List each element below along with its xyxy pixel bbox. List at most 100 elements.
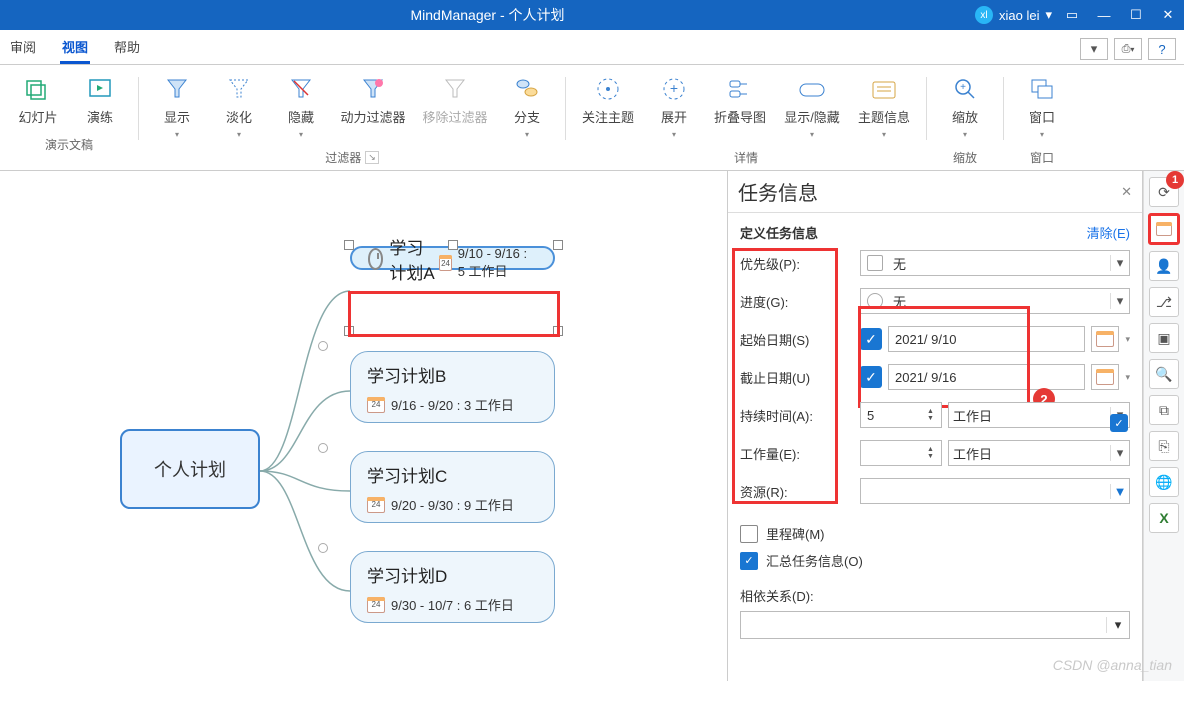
ribbon-toggle-button[interactable]: ▭ [1056, 0, 1088, 30]
connector-dot[interactable] [318, 341, 328, 351]
topicinfo-button[interactable]: 主题信息▾ [852, 71, 916, 143]
dock-icon-tree[interactable]: ⎇ [1149, 287, 1179, 317]
panel-title: 任务信息 [738, 177, 1121, 206]
slides-button[interactable]: 幻灯片 [10, 71, 66, 130]
workspace: 个人计划 学习计划A 249/10 - 9/16 : 5 工作日 学习计划B 2… [0, 171, 1184, 681]
topicinfo-icon [870, 75, 898, 103]
topic-title: 学习计划D [367, 562, 447, 587]
resources-input[interactable]: ▼ [860, 478, 1130, 504]
milestone-checkbox[interactable] [740, 525, 758, 543]
rollup-checkbox[interactable]: ✓ [740, 552, 758, 570]
topic-plan-d[interactable]: 学习计划D 249/30 - 10/7 : 6 工作日 [350, 551, 555, 623]
topic-date-range: 9/16 - 9/20 : 3 工作日 [391, 395, 514, 414]
filter-launcher-icon[interactable]: ↘ [365, 151, 379, 164]
progress-select[interactable]: 无▾ [860, 288, 1130, 314]
hide-button[interactable]: 隐藏▾ [273, 71, 329, 143]
clock-icon [368, 248, 383, 270]
rehearse-button[interactable]: 演练 [72, 71, 128, 130]
chevron-down-icon: ▼ [1110, 484, 1129, 499]
selection-handle[interactable] [553, 326, 563, 336]
dock-icon-taskinfo[interactable] [1148, 213, 1180, 245]
connector-dot[interactable] [318, 543, 328, 553]
root-topic[interactable]: 个人计划 [120, 429, 260, 509]
spinner-icon[interactable]: ▲▼ [927, 408, 941, 422]
fade-button[interactable]: 淡化▾ [211, 71, 267, 143]
startdate-calendar-button[interactable] [1091, 326, 1119, 352]
chevron-down-icon[interactable]: ▾ [1125, 334, 1130, 345]
selection-handle[interactable] [553, 240, 563, 250]
tab-view[interactable]: 视图 [60, 31, 90, 64]
avatar: xl [975, 6, 993, 24]
quickaccess-dropdown[interactable]: ▾ [1080, 38, 1108, 60]
priority-select[interactable]: 无▾ [860, 250, 1130, 276]
branch-button[interactable]: 分支▾ [499, 71, 555, 143]
duration-unit-select[interactable]: 工作日▾ [948, 402, 1130, 428]
window-button[interactable]: 窗口▾ [1014, 71, 1070, 143]
dock-icon-layout[interactable]: ⧉ [1149, 395, 1179, 425]
selection-handle[interactable] [448, 240, 458, 250]
ribbon-group-presentation: 幻灯片 演练 演示文稿 [4, 71, 134, 170]
startdate-toggle[interactable]: ✓ [860, 328, 882, 350]
show-button[interactable]: 显示▾ [149, 71, 205, 143]
minimize-button[interactable]: — [1088, 0, 1120, 30]
topic-plan-c[interactable]: 学习计划C 249/20 - 9/30 : 9 工作日 [350, 451, 555, 523]
taskinfo-panel: 任务信息 ✕ 定义任务信息 清除(E) 2 优先级(P): 无▾ 进度(G): … [728, 171, 1143, 681]
annotation-box-date [348, 291, 560, 337]
dock-icon-person[interactable]: 👤 [1149, 251, 1179, 281]
showhide-icon [798, 75, 826, 103]
selection-handle[interactable] [344, 240, 354, 250]
rehearse-icon [86, 75, 114, 103]
connector-dot[interactable] [318, 443, 328, 453]
dock-icon-image[interactable]: ▣ [1149, 323, 1179, 353]
zoom-button[interactable]: +缩放▾ [937, 71, 993, 143]
account-area[interactable]: xl xiao lei ▾ [975, 6, 1056, 24]
user-name: xiao lei [999, 8, 1039, 23]
chevron-down-icon: ▾ [1045, 7, 1052, 23]
spinner-icon[interactable]: ▲▼ [927, 446, 941, 460]
duedate-label: 截止日期(U) [740, 368, 860, 387]
effort-input[interactable]: ▲▼ [860, 440, 942, 466]
panel-close-button[interactable]: ✕ [1121, 184, 1132, 200]
dynfilter-button[interactable]: 动力过滤器 [335, 71, 411, 143]
topic-date-range: 9/30 - 10/7 : 6 工作日 [391, 595, 514, 614]
duedate-calendar-button[interactable] [1091, 364, 1119, 390]
tab-help[interactable]: 帮助 [112, 31, 142, 64]
chevron-down-icon: ▾ [1106, 617, 1129, 633]
collapse-button[interactable]: 折叠导图 [708, 71, 772, 143]
selection-handle[interactable] [344, 326, 354, 336]
dock-icon-copy[interactable]: ⎘ [1149, 431, 1179, 461]
dock-icon-search[interactable]: 🔍 [1149, 359, 1179, 389]
calendar-icon: 24 [367, 497, 385, 513]
duedate-toggle[interactable]: ✓ [860, 366, 882, 388]
help-button[interactable]: ? [1148, 38, 1176, 60]
duration-checkchip[interactable]: ✓ [1110, 414, 1128, 432]
tab-review[interactable]: 审阅 [8, 31, 38, 64]
duration-label: 持续时间(A): [740, 406, 860, 425]
window-icon [1028, 75, 1056, 103]
duration-input[interactable]: 5▲▼ [860, 402, 942, 428]
funnel-hide-icon [287, 75, 315, 103]
duedate-input[interactable]: 2021/ 9/16 [888, 364, 1085, 390]
startdate-input[interactable]: 2021/ 9/10 [888, 326, 1085, 352]
progress-circle-icon [867, 293, 883, 309]
chevron-down-icon[interactable]: ▾ [1125, 372, 1130, 383]
mindmap-canvas[interactable]: 个人计划 学习计划A 249/10 - 9/16 : 5 工作日 学习计划B 2… [0, 171, 728, 681]
dependency-select[interactable]: ▾ [740, 611, 1130, 639]
effort-unit-select[interactable]: 工作日▾ [948, 440, 1130, 466]
close-button[interactable]: ✕ [1152, 0, 1184, 30]
maximize-button[interactable]: ☐ [1120, 0, 1152, 30]
clear-link[interactable]: 清除(E) [1087, 223, 1130, 242]
showhide-button[interactable]: 显示/隐藏▾ [778, 71, 846, 143]
progress-label: 进度(G): [740, 292, 860, 311]
topic-plan-b[interactable]: 学习计划B 249/16 - 9/20 : 3 工作日 [350, 351, 555, 423]
ruler-icon[interactable]: ⎙▾ [1114, 38, 1142, 60]
expand-button[interactable]: +展开▾ [646, 71, 702, 143]
dock-icon-globe[interactable]: 🌐 [1149, 467, 1179, 497]
dock-icon-excel[interactable]: X [1149, 503, 1179, 533]
startdate-label: 起始日期(S) [740, 330, 860, 349]
group-label-presentation: 演示文稿 [45, 130, 93, 157]
menubar: 审阅 视图 帮助 ▾ ⎙▾ ? [0, 30, 1184, 65]
calendar-icon [1096, 369, 1114, 385]
group-label-detail: 详情 [734, 143, 758, 170]
focus-button[interactable]: 关注主题 [576, 71, 640, 143]
